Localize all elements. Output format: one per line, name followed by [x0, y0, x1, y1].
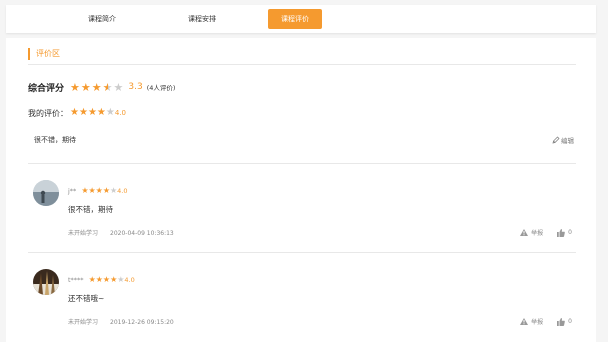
overall-score: 3.3	[128, 82, 143, 92]
star-icon: ★	[95, 186, 103, 195]
review-date: 2020-04-09 10:36:13	[110, 230, 174, 237]
my-rating-stars[interactable]: ★ ★ ★ ★ ★	[70, 108, 115, 118]
star-icon: ★	[117, 275, 125, 284]
star-icon: ★	[95, 275, 103, 284]
thumbs-up-icon	[557, 317, 566, 326]
avatar	[33, 269, 59, 295]
my-comment-text: 很不错，期待	[34, 136, 76, 144]
star-icon: ★	[80, 80, 91, 94]
my-rating: 我的评价： ★ ★ ★ ★ ★ 4.0	[28, 106, 126, 120]
pencil-icon	[552, 136, 560, 144]
star-icon: ★	[110, 275, 118, 284]
review-username: t****	[68, 276, 84, 284]
star-icon: ★	[78, 107, 88, 118]
divider	[28, 163, 576, 164]
warning-icon	[520, 318, 529, 325]
divider	[28, 64, 576, 65]
review-item: t**** ★ ★ ★ ★ ★ 4.0 还不错哦~ 未开始学习 2019-12-26 09…	[28, 269, 576, 342]
review-meta: 未开始学习 2019-12-26 09:15:20	[68, 317, 174, 326]
like-button[interactable]: 0	[557, 228, 572, 237]
review-score: 4.0	[117, 187, 128, 195]
review-stars: ★ ★ ★ ★ ★	[89, 276, 125, 284]
review-score: 4.0	[124, 276, 135, 284]
review-meta: 未开始学习 2020-04-09 10:36:13	[68, 228, 174, 237]
overall-rating-label: 综合评分	[28, 83, 65, 94]
reviews-panel: 评价区 综合评分 ★ ★ ★ ★ ★ 3.3 (4人评价) 我的评价： ★ ★ ★ ★ ★ 4.…	[6, 38, 596, 342]
like-count: 0	[568, 229, 572, 236]
section-title: 评价区	[28, 48, 60, 60]
tab-course-intro[interactable]: 课程简介	[76, 9, 128, 29]
report-label: 举报	[531, 230, 544, 237]
study-status: 未开始学习	[68, 230, 99, 237]
report-button[interactable]: 举报	[520, 228, 543, 237]
like-count: 0	[568, 318, 572, 325]
review-stars: ★ ★ ★ ★ ★	[81, 187, 117, 195]
review-item: j** ★ ★ ★ ★ ★ 4.0 很不错，期待 未开始学习 2020-04-09 10:…	[28, 180, 576, 260]
thumbs-up-icon	[557, 228, 566, 237]
overall-stars: ★ ★ ★ ★ ★	[70, 82, 124, 93]
star-icon: ★	[102, 186, 110, 195]
star-icon: ★	[110, 186, 118, 195]
star-icon: ★	[70, 107, 79, 118]
review-text: 还不错哦~	[68, 294, 105, 303]
review-actions: 举报 0	[520, 228, 572, 237]
review-count: (4人评价)	[146, 84, 176, 92]
star-icon: ★	[105, 107, 115, 118]
review-header: t**** ★ ★ ★ ★ ★ 4.0	[68, 276, 135, 285]
star-icon: ★	[91, 80, 102, 94]
review-actions: 举报 0	[520, 317, 572, 326]
star-icon: ★	[81, 186, 89, 195]
divider	[28, 252, 576, 253]
star-icon: ★	[96, 107, 106, 118]
edit-button[interactable]: 编辑	[552, 135, 574, 145]
edit-label: 编辑	[561, 137, 574, 145]
star-icon: ★	[88, 186, 96, 195]
star-icon: ★	[113, 80, 124, 94]
overall-rating: 综合评分 ★ ★ ★ ★ ★ 3.3 (4人评价)	[28, 80, 175, 94]
review-text: 很不错，期待	[68, 205, 113, 214]
like-button[interactable]: 0	[557, 317, 572, 326]
warning-icon	[520, 229, 529, 236]
report-label: 举报	[531, 319, 544, 326]
course-tab-bar: 课程简介 课程安排 课程评价	[6, 5, 596, 33]
star-icon: ★	[102, 80, 113, 94]
avatar	[33, 180, 59, 206]
my-rating-label: 我的评价：	[28, 108, 68, 118]
star-icon: ★	[70, 80, 80, 94]
star-icon: ★	[88, 275, 96, 284]
star-icon: ★	[87, 107, 97, 118]
study-status: 未开始学习	[68, 319, 99, 326]
review-username: j**	[68, 187, 77, 195]
tab-course-schedule[interactable]: 课程安排	[172, 9, 232, 29]
review-date: 2019-12-26 09:15:20	[110, 319, 174, 326]
tab-course-reviews[interactable]: 课程评价	[268, 9, 322, 29]
star-icon: ★	[102, 275, 111, 284]
my-rating-score: 4.0	[114, 109, 126, 117]
report-button[interactable]: 举报	[520, 317, 543, 326]
review-header: j** ★ ★ ★ ★ ★ 4.0	[68, 187, 128, 196]
